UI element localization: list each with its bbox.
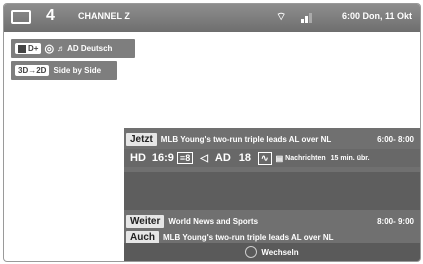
audio-description-icon: ♬: [57, 44, 66, 53]
3d-mode-info: 3D→2D Side by Side: [11, 61, 117, 80]
age-rating-badge: 18: [238, 152, 252, 164]
channel-number: 4: [46, 7, 55, 24]
program-info-panel: Jetzt MLB Young's two-run triple leads A…: [124, 128, 420, 261]
switch-action[interactable]: Wechseln: [124, 243, 420, 261]
next-title: World News and Sports: [168, 216, 259, 226]
also-title: MLB Young's two-run triple leads AL over…: [163, 232, 334, 242]
subtitle-count: 8: [185, 153, 191, 163]
dolby-label: D+: [28, 44, 39, 53]
signal-strength-icon: [301, 10, 313, 28]
3d-mode-value: Side by Side: [53, 66, 102, 75]
channel-name: CHANNEL Z: [78, 11, 130, 21]
genre-icon: ▤: [275, 153, 284, 163]
audio-language: AD Deutsch: [67, 44, 113, 53]
tv-icon: [11, 10, 31, 24]
tv-info-screen: 4 CHANNEL Z ⌔ 6:00 Don, 11 Okt D+ ◎ ♬ AD…: [3, 3, 421, 262]
now-title: MLB Young's two-run triple leads AL over…: [160, 134, 332, 144]
now-label: Jetzt: [126, 132, 157, 146]
now-time: 6:00- 8:00: [377, 134, 414, 144]
now-row: Jetzt MLB Young's two-run triple leads A…: [124, 130, 420, 148]
hd-badge: HD: [130, 152, 146, 164]
next-time: 8:00- 9:00: [377, 216, 414, 226]
subtitle-badge: ≡8: [176, 152, 194, 164]
audio-info: D+ ◎ ♬ AD Deutsch: [11, 39, 135, 58]
audio-output-icon: ◁: [200, 152, 208, 164]
date-time: 6:00 Don, 11 Okt: [341, 11, 412, 21]
ok-button-icon: [245, 246, 258, 258]
also-label: Auch: [126, 230, 159, 244]
dolby-digital-plus-icon: D+: [15, 43, 42, 54]
aspect-badge: 16:9: [151, 152, 174, 164]
stereo-icon: ◎: [44, 43, 55, 55]
remaining-time: 15 min. übr.: [330, 154, 370, 162]
signal-wave-icon: ∿: [258, 151, 272, 165]
badges-row: HD 16:9 ≡8 ◁ AD 18 ∿ ▤ Nachrichten 15 mi…: [124, 149, 420, 167]
switch-label: Wechseln: [261, 247, 299, 257]
3d-to-2d-label: 3D→2D: [15, 65, 50, 76]
signal-icon: ⌔: [276, 11, 287, 23]
channel-info-bar: 4 CHANNEL Z ⌔ 6:00 Don, 11 Okt: [4, 4, 420, 32]
audio-desc-badge: AD: [214, 152, 231, 164]
program-description-area: [124, 172, 420, 210]
next-label: Weiter: [126, 214, 165, 228]
genre: Nachrichten: [285, 154, 326, 162]
